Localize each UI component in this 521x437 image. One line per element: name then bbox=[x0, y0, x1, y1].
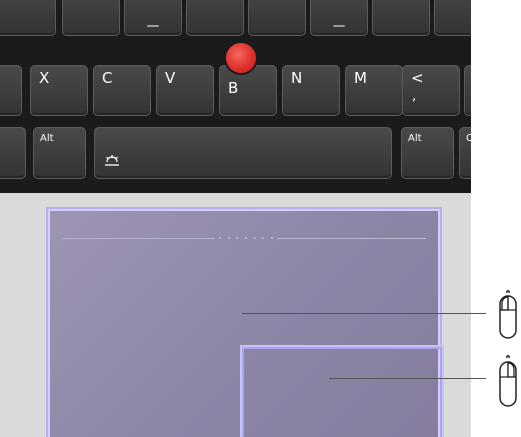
key-label-top: < bbox=[411, 69, 424, 87]
keyboard: S D F G H J K L bbox=[0, 0, 471, 193]
trackpoint[interactable] bbox=[226, 43, 256, 73]
callout-line-left-click bbox=[242, 313, 486, 314]
mouse-right-button-icon bbox=[495, 355, 521, 416]
key-label: C bbox=[102, 69, 113, 87]
key-d[interactable]: D bbox=[62, 0, 120, 36]
key-g[interactable]: G bbox=[186, 0, 244, 36]
home-row-bump bbox=[147, 25, 159, 27]
key-space[interactable] bbox=[94, 127, 392, 179]
mouse-left-button-icon bbox=[495, 290, 521, 347]
key-label: Alt bbox=[40, 133, 54, 144]
key-label: V bbox=[165, 69, 176, 87]
home-row-bump bbox=[333, 25, 345, 27]
callout-line-right-click bbox=[329, 378, 486, 379]
key-ctrl-partial[interactable]: C bbox=[459, 127, 471, 179]
key-c[interactable]: C bbox=[93, 65, 151, 116]
key-right-alt[interactable]: Alt bbox=[401, 127, 454, 179]
key-f[interactable]: F bbox=[124, 0, 182, 36]
key-label-bottom: , bbox=[412, 89, 417, 104]
trackpad-dot-row bbox=[215, 235, 277, 241]
key-comma[interactable]: < , bbox=[402, 65, 460, 116]
key-left-alt[interactable]: Alt bbox=[33, 127, 86, 179]
key-label: X bbox=[39, 69, 50, 87]
key-j[interactable]: J bbox=[310, 0, 368, 36]
key-period-partial[interactable] bbox=[464, 65, 471, 116]
key-z-partial[interactable] bbox=[0, 65, 22, 116]
key-m[interactable]: M bbox=[345, 65, 403, 116]
key-label: C bbox=[466, 133, 471, 144]
key-label: Alt bbox=[408, 133, 422, 144]
key-label: N bbox=[291, 69, 303, 87]
key-h[interactable]: H bbox=[248, 0, 306, 36]
key-l[interactable]: L bbox=[434, 0, 471, 36]
backlight-icon bbox=[103, 152, 121, 171]
key-fn-partial[interactable] bbox=[0, 127, 26, 179]
key-n[interactable]: N bbox=[282, 65, 340, 116]
key-label: B bbox=[228, 79, 239, 97]
key-v[interactable]: V bbox=[156, 65, 214, 116]
key-label: M bbox=[354, 69, 367, 87]
laptop-illustration: S D F G H J K L bbox=[0, 0, 471, 437]
right-click-zone[interactable] bbox=[240, 345, 444, 437]
key-k[interactable]: K bbox=[372, 0, 430, 36]
key-x[interactable]: X bbox=[30, 65, 88, 116]
key-b[interactable]: B bbox=[219, 65, 277, 116]
key-s[interactable]: S bbox=[0, 0, 56, 36]
